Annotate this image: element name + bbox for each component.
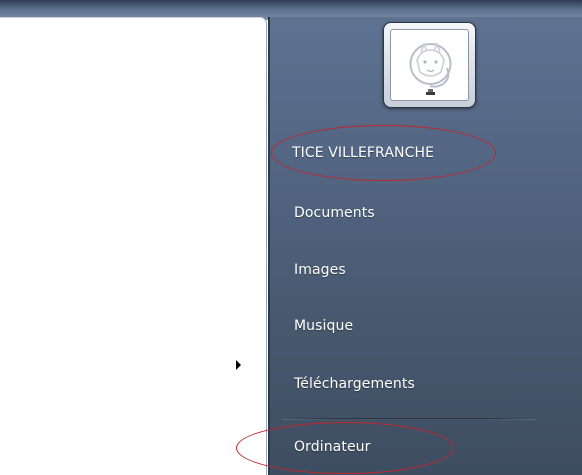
- start-menu-screen: TICE VILLEFRANCHE Documents Images Musiq…: [0, 0, 582, 475]
- user-avatar[interactable]: [383, 22, 476, 108]
- downloads-link[interactable]: Téléchargements: [294, 376, 415, 392]
- programs-pane: [0, 17, 267, 475]
- menu-separator: [282, 418, 536, 420]
- music-link[interactable]: Musique: [294, 318, 353, 334]
- documents-link[interactable]: Documents: [294, 205, 375, 221]
- user-avatar-icon: [390, 29, 469, 101]
- images-link[interactable]: Images: [294, 262, 346, 278]
- computer-link[interactable]: Ordinateur: [294, 439, 371, 455]
- user-name-link[interactable]: TICE VILLEFRANCHE: [292, 145, 434, 161]
- arrow-right-icon[interactable]: [236, 360, 241, 370]
